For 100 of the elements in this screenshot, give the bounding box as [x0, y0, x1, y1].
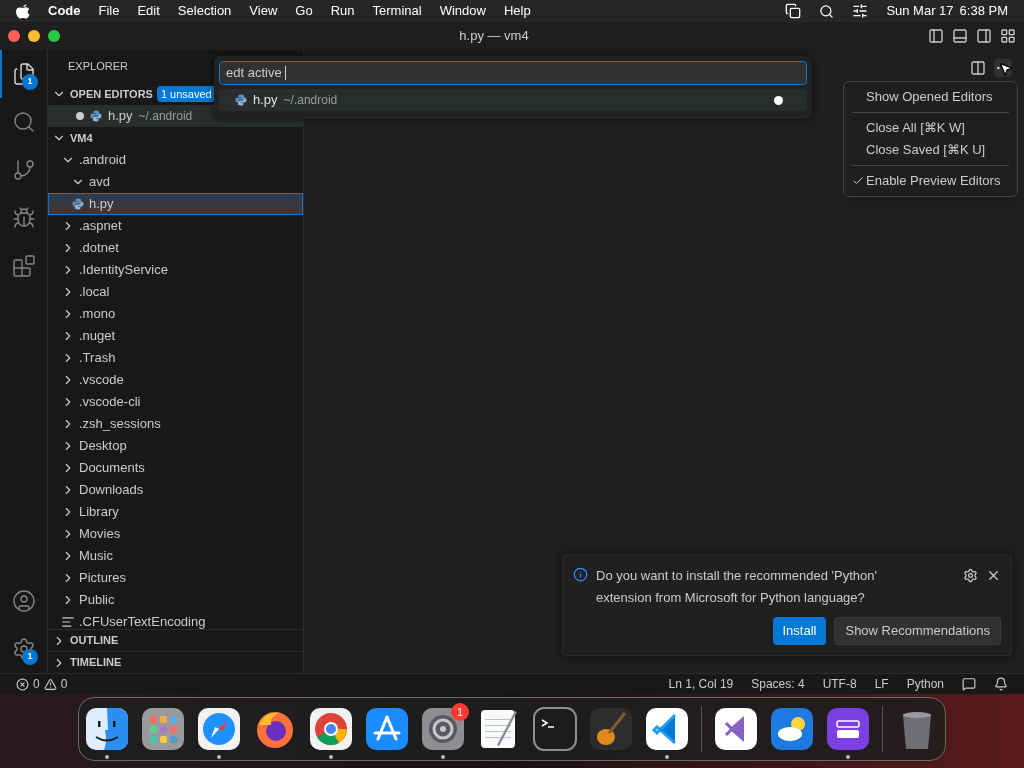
browser-icon[interactable]	[309, 707, 353, 751]
tree-item[interactable]: Documents	[48, 457, 303, 479]
tree-item[interactable]: .IdentityService	[48, 259, 303, 281]
zoom-window-button[interactable]	[48, 30, 60, 42]
cloud-sun-icon[interactable]	[770, 707, 814, 751]
menu-entry[interactable]: Enable Preview Editors	[844, 170, 1017, 192]
menu-entry[interactable]: Show Opened Editors	[844, 86, 1017, 108]
tree-item[interactable]: .CFUserTextEncoding	[48, 611, 303, 629]
menu-item[interactable]: View	[249, 1, 278, 21]
tree-item[interactable]: Public	[48, 589, 303, 611]
code-editor-icon[interactable]	[645, 707, 689, 751]
menu-item[interactable]: Go	[295, 1, 313, 21]
store-icon[interactable]	[365, 707, 409, 751]
infinity-icon[interactable]	[714, 707, 758, 751]
status-item[interactable]: Python	[906, 675, 944, 693]
status-item[interactable]: UTF-8	[822, 675, 857, 693]
menu-item[interactable]: Run	[330, 1, 355, 21]
bell-icon[interactable]	[994, 677, 1008, 691]
tree-item[interactable]: .nuget	[48, 325, 303, 347]
section-header[interactable]: OPEN EDITORS	[70, 85, 153, 103]
menu-item[interactable]: Help	[503, 1, 531, 21]
gear-icon[interactable]	[421, 707, 465, 751]
menu-entry-label: Close Saved [⌘K U]	[866, 141, 986, 160]
notification-badge: 1	[451, 703, 469, 721]
guitar-icon[interactable]	[589, 707, 633, 751]
status-item[interactable]: Ln 1, Col 19	[668, 675, 734, 693]
file-path: ~/.android	[138, 108, 193, 125]
app-menu[interactable]: Code	[48, 1, 81, 21]
section-header[interactable]: VM4	[70, 129, 93, 147]
apple-icon[interactable]	[16, 3, 30, 19]
section-header[interactable]: OUTLINE	[70, 632, 119, 649]
tree-item[interactable]: .android	[48, 149, 303, 171]
windows-icon[interactable]	[785, 3, 802, 19]
quick-open-input[interactable]: edt active	[219, 61, 807, 85]
lines-icon	[61, 615, 75, 629]
settings-icon[interactable]	[963, 568, 978, 583]
tree-item[interactable]: avd	[48, 171, 303, 193]
close-window-button[interactable]	[8, 30, 20, 42]
tree-item[interactable]: .Trash	[48, 347, 303, 369]
close-icon[interactable]	[986, 568, 1001, 583]
feedback-icon[interactable]	[962, 677, 976, 691]
tree-item[interactable]: .aspnet	[48, 215, 303, 237]
files-icon[interactable]	[12, 62, 36, 86]
section-header[interactable]: TIMELINE	[70, 654, 122, 671]
tree-item[interactable]: Library	[48, 501, 303, 523]
date-text[interactable]: Sun Mar 17	[886, 1, 954, 21]
drive-icon[interactable]	[826, 707, 870, 751]
panel-toggle-icon[interactable]	[952, 28, 968, 44]
face-icon[interactable]	[85, 707, 129, 751]
secondary-sidebar-icon[interactable]	[976, 28, 992, 44]
menu-entry[interactable]: Close Saved [⌘K U]	[844, 139, 1017, 161]
mouse-pointer-icon	[998, 61, 1014, 77]
status-item[interactable]: LF	[874, 675, 889, 693]
settings-icon[interactable]	[12, 637, 36, 661]
app-grid-icon[interactable]	[141, 707, 185, 751]
layout-icon[interactable]	[1000, 28, 1016, 44]
warning-count[interactable]: 0	[60, 675, 68, 693]
recommendations-button[interactable]: Show Recommendations	[834, 617, 1001, 645]
error-icon[interactable]	[16, 677, 29, 691]
menu-item[interactable]: Selection	[177, 1, 232, 21]
branch-icon[interactable]	[12, 158, 36, 182]
item-label: .aspnet	[79, 217, 122, 236]
clock-text[interactable]: 6:38 PM	[959, 1, 1008, 21]
tree-item[interactable]: Downloads	[48, 479, 303, 501]
tree-item[interactable]: Pictures	[48, 567, 303, 589]
item-label: .dotnet	[79, 239, 119, 258]
tree-item[interactable]: .vscode	[48, 369, 303, 391]
menu-item[interactable]: Window	[439, 1, 486, 21]
menu-item[interactable]: Terminal	[372, 1, 422, 21]
menu-item[interactable]: Edit	[137, 1, 160, 21]
blocks-icon[interactable]	[12, 254, 36, 278]
item-label: .vscode	[79, 371, 124, 390]
tree-item[interactable]: h.py	[48, 193, 303, 215]
sidebar-toggle-icon[interactable]	[928, 28, 944, 44]
bug-icon[interactable]	[12, 206, 36, 230]
search-icon[interactable]	[819, 3, 835, 19]
split-editor-icon[interactable]	[970, 59, 986, 76]
menu-item[interactable]: File	[98, 1, 120, 21]
menu-entry[interactable]: Close All [⌘K W]	[844, 117, 1017, 139]
tree-item[interactable]: .mono	[48, 303, 303, 325]
toggles-icon[interactable]	[852, 3, 869, 19]
minimize-window-button[interactable]	[28, 30, 40, 42]
tree-item[interactable]: .zsh_sessions	[48, 413, 303, 435]
tree-item[interactable]: Music	[48, 545, 303, 567]
account-icon[interactable]	[12, 589, 36, 613]
terminal-icon[interactable]	[533, 707, 577, 751]
tree-item[interactable]: .local	[48, 281, 303, 303]
error-count[interactable]: 0	[33, 675, 40, 693]
tree-item[interactable]: Movies	[48, 523, 303, 545]
compass-icon[interactable]	[197, 707, 241, 751]
item-label: .Trash	[79, 349, 116, 368]
status-item[interactable]: Spaces: 4	[751, 675, 805, 693]
count-badge: 1	[22, 74, 38, 90]
install-button[interactable]: Install	[772, 617, 827, 645]
tree-item[interactable]: .dotnet	[48, 237, 303, 259]
quick-open-result[interactable]: h.py ~/.android	[219, 89, 807, 111]
tree-item[interactable]: Desktop	[48, 435, 303, 457]
item-label: Documents	[79, 459, 145, 478]
warning-icon[interactable]	[43, 677, 57, 691]
tree-item[interactable]: .vscode-cli	[48, 391, 303, 413]
